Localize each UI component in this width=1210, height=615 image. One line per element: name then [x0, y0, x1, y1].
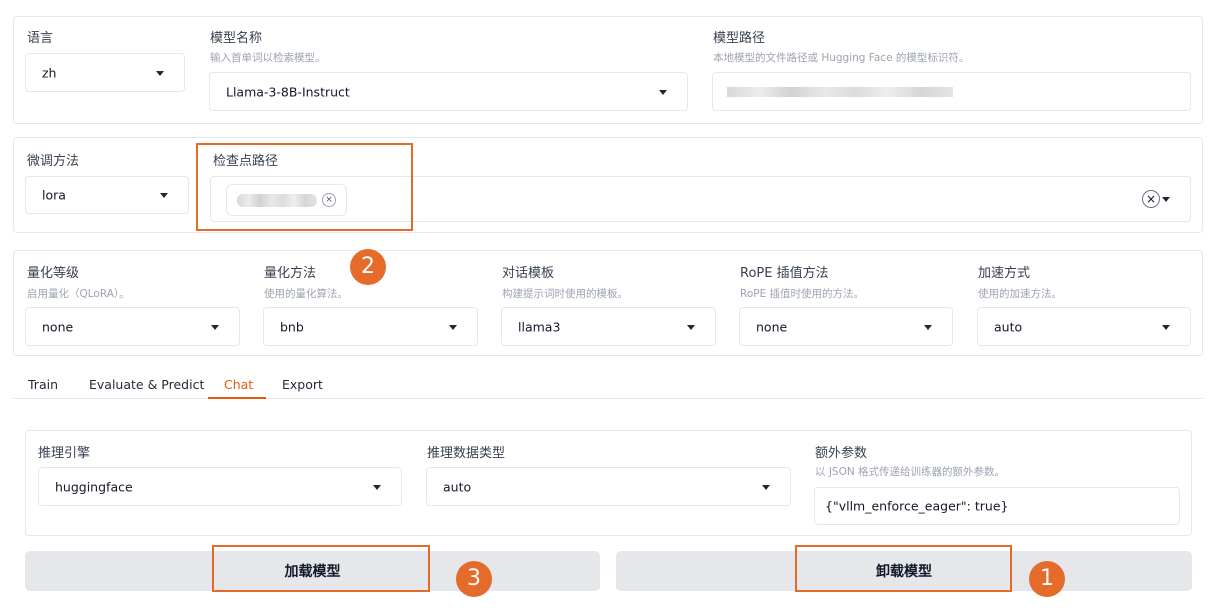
extra-args-value: {"vllm_enforce_eager": true}	[825, 498, 1009, 514]
chevron-down-icon	[449, 324, 457, 330]
extra-args-hint: 以 JSON 格式传递给训练器的额外参数。	[815, 466, 1006, 478]
finetuning-type-label: 微调方法	[27, 154, 80, 169]
extra-args-label: 额外参数	[815, 446, 868, 461]
finetuning-type-value: lora	[42, 187, 66, 203]
tab-chat[interactable]: Chat	[224, 377, 253, 392]
language-value: zh	[42, 65, 57, 80]
template-hint: 构建提示词时使用的模板。	[502, 288, 628, 300]
clear-all-icon[interactable]: ×	[1142, 190, 1160, 208]
step-badge-1: 1	[1029, 561, 1065, 597]
step-badge-3: 3	[456, 561, 492, 597]
tab-evaluate-predict[interactable]: Evaluate & Predict	[89, 377, 204, 392]
rope-scaling-value: none	[756, 319, 788, 334]
finetuning-type-dropdown[interactable]: lora	[25, 176, 189, 214]
quantization-bit-hint: 启用量化（QLoRA）。	[27, 288, 130, 300]
active-tab-indicator	[208, 397, 266, 399]
step-badge-2: 2	[350, 249, 386, 285]
model-path-label: 模型路径	[713, 31, 766, 46]
unload-button-highlight-box	[795, 545, 1012, 592]
infer-backend-label: 推理引擎	[38, 446, 91, 461]
model-name-value: Llama-3-8B-Instruct	[226, 84, 350, 99]
quantization-bit-dropdown[interactable]: none	[25, 307, 240, 346]
infer-dtype-label: 推理数据类型	[427, 446, 506, 461]
template-dropdown[interactable]: llama3	[501, 307, 716, 346]
infer-dtype-dropdown[interactable]: auto	[426, 467, 791, 506]
checkpoint-highlight-box	[196, 143, 413, 231]
template-value: llama3	[518, 319, 561, 334]
tab-train[interactable]: Train	[28, 377, 58, 392]
chevron-down-icon	[924, 324, 932, 330]
quantization-method-label: 量化方法	[264, 266, 317, 281]
quantization-bit-label: 量化等级	[27, 266, 80, 281]
model-path-hint: 本地模型的文件路径或 Hugging Face 的模型标识符。	[713, 52, 970, 64]
extra-args-input[interactable]: {"vllm_enforce_eager": true}	[814, 487, 1180, 525]
chevron-down-icon	[160, 193, 168, 198]
load-button-highlight-box	[212, 545, 430, 592]
infer-backend-value: huggingface	[55, 479, 133, 494]
rope-scaling-label: RoPE 插值方法	[740, 266, 829, 281]
chevron-down-icon	[211, 324, 219, 330]
booster-dropdown[interactable]: auto	[977, 307, 1191, 346]
chevron-down-icon	[687, 324, 695, 330]
language-dropdown[interactable]: zh	[25, 53, 185, 92]
booster-label: 加速方式	[978, 266, 1031, 281]
chevron-down-icon	[1162, 324, 1170, 330]
infer-backend-dropdown[interactable]: huggingface	[38, 467, 402, 506]
language-label: 语言	[27, 31, 54, 46]
chevron-down-icon	[373, 484, 381, 490]
quantization-method-dropdown[interactable]: bnb	[263, 307, 478, 346]
chevron-down-icon	[762, 484, 770, 490]
chevron-down-icon	[156, 70, 164, 76]
rope-scaling-hint: RoPE 插值时使用的方法。	[740, 288, 865, 300]
redacted-model-path	[727, 87, 953, 97]
rope-scaling-dropdown[interactable]: none	[739, 307, 953, 346]
model-name-dropdown[interactable]: Llama-3-8B-Instruct	[209, 72, 688, 111]
booster-hint: 使用的加速方法。	[978, 288, 1062, 300]
chevron-down-icon	[659, 89, 667, 95]
booster-value: auto	[994, 319, 1023, 334]
chevron-down-icon[interactable]	[1162, 197, 1170, 202]
tab-export[interactable]: Export	[282, 377, 323, 392]
tab-bar-divider	[13, 398, 1203, 399]
infer-dtype-value: auto	[443, 479, 472, 494]
template-label: 对话模板	[502, 266, 555, 281]
model-path-input[interactable]	[712, 72, 1191, 111]
quantization-bit-value: none	[42, 319, 74, 334]
model-name-hint: 输入首单词以检索模型。	[210, 52, 326, 64]
quantization-method-value: bnb	[280, 319, 304, 334]
model-name-label: 模型名称	[210, 31, 263, 46]
quantization-method-hint: 使用的量化算法。	[264, 288, 348, 300]
